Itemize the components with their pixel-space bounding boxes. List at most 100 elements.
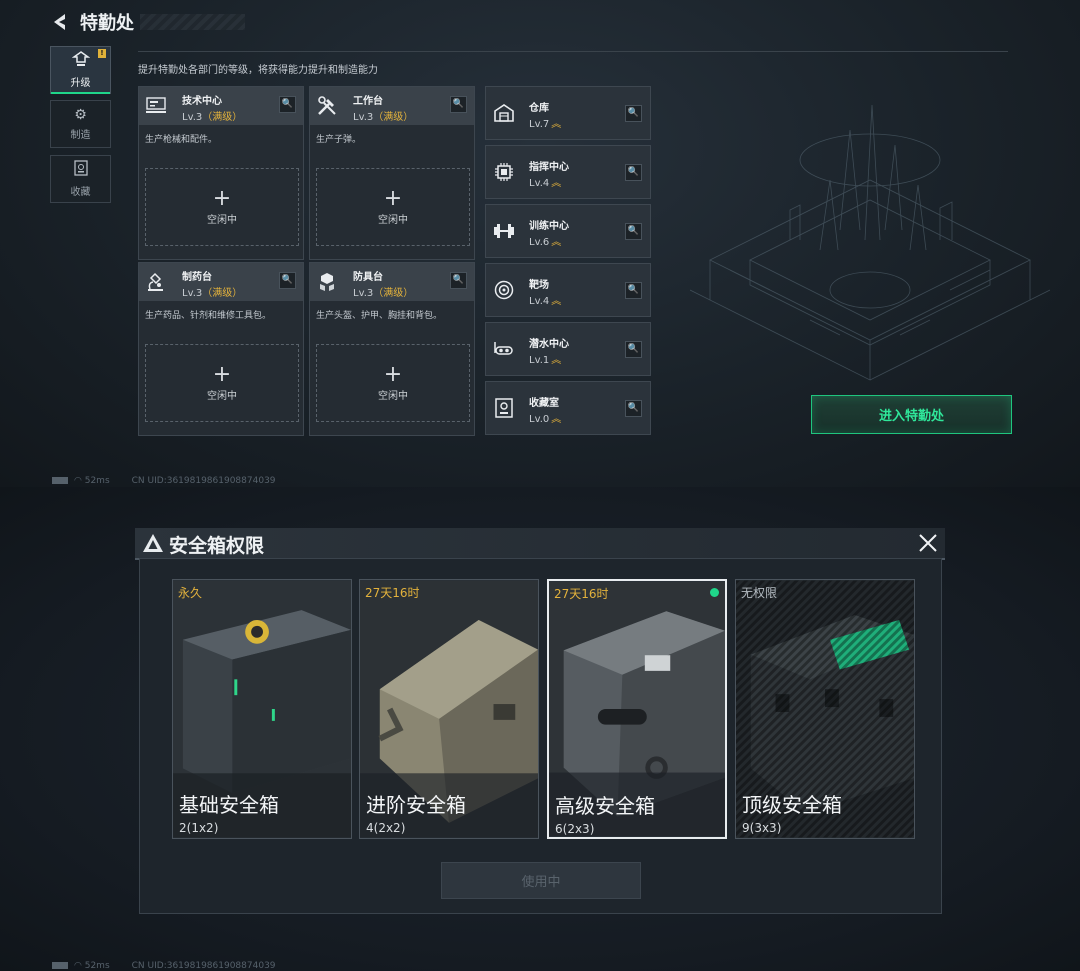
box-duration: 无权限 bbox=[741, 586, 778, 600]
facility-card-training[interactable]: 训练中心 Lv.6 ︽ 🔍 bbox=[485, 204, 651, 258]
uid-text: CN UID:3619819861908874039 bbox=[131, 476, 276, 486]
facility-level: Lv.0 ︽ bbox=[529, 414, 562, 425]
plus-icon: + bbox=[212, 361, 232, 387]
upgrade-icon bbox=[71, 51, 90, 71]
page-subtitle: 提升特勤处各部门的等级，将获得能力提升和制造能力 bbox=[138, 65, 378, 76]
enter-special-ops-button[interactable]: 进入特勤处 bbox=[811, 395, 1012, 434]
slot-status: 空闲中 bbox=[207, 214, 237, 226]
search-icon[interactable]: 🔍 bbox=[625, 105, 642, 122]
title-decoration bbox=[140, 14, 245, 30]
tab-upgrade-label: 升级 bbox=[70, 78, 91, 89]
search-icon[interactable]: 🔍 bbox=[625, 341, 642, 358]
tab-collection[interactable]: 收藏 bbox=[50, 155, 111, 203]
slot-status: 空闲中 bbox=[207, 390, 237, 402]
back-arrow-icon[interactable] bbox=[50, 12, 72, 32]
search-icon[interactable]: 🔍 bbox=[450, 96, 467, 113]
slot-status: 空闲中 bbox=[378, 390, 408, 402]
special-ops-screen: 特勤处 提升特勤处各部门的等级，将获得能力提升和制造能力 ! 升级 ⚙ 制造 收… bbox=[0, 0, 1080, 487]
microscope-icon bbox=[145, 271, 167, 293]
facility-card-range[interactable]: 靶场 Lv.4 ︽ 🔍 bbox=[485, 263, 651, 317]
department-card-tech[interactable]: 技术中心 Lv.3（满级） 🔍 生产枪械和配件。 + 空闲中 bbox=[138, 86, 304, 260]
ping-text: 52ms bbox=[84, 476, 110, 486]
search-icon[interactable]: 🔍 bbox=[625, 223, 642, 240]
production-slot[interactable]: + 空闲中 bbox=[145, 344, 299, 422]
production-slot[interactable]: + 空闲中 bbox=[145, 168, 299, 246]
battery-icon bbox=[52, 962, 68, 969]
notice-badge: ! bbox=[98, 49, 106, 58]
plus-icon: + bbox=[212, 185, 232, 211]
search-icon[interactable]: 🔍 bbox=[625, 164, 642, 181]
department-card-workbench[interactable]: 工作台 Lv.3（满级） 🔍 生产子弹。 + 空闲中 bbox=[309, 86, 475, 260]
box-capacity: 6(2x3) bbox=[555, 822, 595, 836]
safe-box-card-top[interactable]: 无权限 顶级安全箱 9(3x3) bbox=[735, 579, 915, 839]
tab-upgrade[interactable]: ! 升级 bbox=[50, 46, 111, 94]
department-description: 生产头盔、护甲、胸挂和背包。 bbox=[316, 311, 443, 321]
box-capacity: 9(3x3) bbox=[742, 821, 782, 835]
box-capacity: 4(2x2) bbox=[366, 821, 406, 835]
tab-craft-label: 制造 bbox=[70, 130, 91, 141]
department-level: Lv.3（满级） bbox=[353, 288, 414, 299]
target-icon bbox=[492, 279, 516, 303]
close-icon[interactable] bbox=[916, 532, 940, 554]
workstation-icon bbox=[145, 95, 167, 117]
department-card-pharmacy[interactable]: 制药台 Lv.3（满级） 🔍 生产药品、针剂和维修工具包。 + 空闲中 bbox=[138, 262, 304, 436]
upgrade-chevron-icon: ︽ bbox=[551, 237, 562, 248]
box-capacity: 2(1x2) bbox=[179, 821, 219, 835]
facility-name: 收藏室 bbox=[529, 398, 559, 409]
safe-box-card-basic[interactable]: 永久 基础安全箱 2(1x2) bbox=[172, 579, 352, 839]
box-name: 基础安全箱 bbox=[179, 793, 279, 817]
safe-box-card-advanced[interactable]: 27天16时 进阶安全箱 4(2x2) bbox=[359, 579, 539, 839]
search-icon[interactable]: 🔍 bbox=[625, 400, 642, 417]
status-bar: ◠ 52ms CN UID:3619819861908874039 bbox=[52, 476, 276, 486]
in-use-indicator bbox=[710, 588, 719, 597]
facility-level: Lv.4 ︽ bbox=[529, 178, 562, 189]
box-name: 高级安全箱 bbox=[555, 794, 655, 818]
production-slot[interactable]: + 空闲中 bbox=[316, 344, 470, 422]
search-icon[interactable]: 🔍 bbox=[625, 282, 642, 299]
status-bar: ◠ 52ms CN UID:3619819861908874039 bbox=[52, 961, 276, 971]
department-description: 生产药品、针剂和维修工具包。 bbox=[145, 311, 272, 321]
search-icon[interactable]: 🔍 bbox=[450, 272, 467, 289]
department-name: 工作台 bbox=[353, 96, 383, 107]
plus-icon: + bbox=[383, 185, 403, 211]
box-duration: 27天16时 bbox=[365, 586, 420, 600]
department-level: Lv.3（满级） bbox=[182, 112, 243, 123]
box-duration: 永久 bbox=[178, 586, 203, 600]
in-use-button[interactable]: 使用中 bbox=[441, 862, 641, 899]
collection-icon bbox=[73, 160, 88, 180]
department-level: Lv.3（满级） bbox=[353, 112, 414, 123]
search-icon[interactable]: 🔍 bbox=[279, 96, 296, 113]
gear-icon: ⚙ bbox=[74, 107, 87, 123]
slot-status: 空闲中 bbox=[378, 214, 408, 226]
upgrade-chevron-icon: ︽ bbox=[551, 119, 562, 130]
facility-name: 指挥中心 bbox=[529, 162, 569, 173]
collection-icon bbox=[492, 397, 516, 421]
uid-text: CN UID:3619819861908874039 bbox=[131, 961, 276, 971]
base-wireframe-illustration bbox=[690, 104, 1050, 381]
upgrade-chevron-icon: ︽ bbox=[551, 355, 562, 366]
safe-box-card-premium[interactable]: 27天16时 高级安全箱 6(2x3) bbox=[547, 579, 727, 839]
department-name: 防具台 bbox=[353, 272, 383, 283]
facility-card-warehouse[interactable]: 仓库 Lv.7 ︽ 🔍 bbox=[485, 86, 651, 140]
tab-craft[interactable]: ⚙ 制造 bbox=[50, 100, 111, 148]
facility-card-collection[interactable]: 收藏室 Lv.0 ︽ 🔍 bbox=[485, 381, 651, 435]
department-card-armor[interactable]: 防具台 Lv.3（满级） 🔍 生产头盔、护甲、胸挂和背包。 + 空闲中 bbox=[309, 262, 475, 436]
armor-icon bbox=[316, 271, 338, 293]
production-slot[interactable]: + 空闲中 bbox=[316, 168, 470, 246]
search-icon[interactable]: 🔍 bbox=[279, 272, 296, 289]
ping-text: 52ms bbox=[84, 961, 110, 971]
warehouse-icon bbox=[492, 102, 516, 126]
department-name: 技术中心 bbox=[182, 96, 222, 107]
department-description: 生产枪械和配件。 bbox=[145, 135, 218, 145]
battery-icon bbox=[52, 477, 68, 484]
box-name: 顶级安全箱 bbox=[742, 793, 842, 817]
facility-card-diving[interactable]: 潜水中心 Lv.1 ︽ 🔍 bbox=[485, 322, 651, 376]
chip-icon bbox=[492, 161, 516, 185]
department-level: Lv.3（满级） bbox=[182, 288, 243, 299]
warning-triangle-icon bbox=[142, 533, 164, 553]
wifi-icon: ◠ bbox=[74, 476, 85, 486]
upgrade-chevron-icon: ︽ bbox=[551, 178, 562, 189]
page-title: 特勤处 bbox=[80, 13, 134, 34]
diving-icon bbox=[492, 338, 516, 362]
facility-card-command[interactable]: 指挥中心 Lv.4 ︽ 🔍 bbox=[485, 145, 651, 199]
